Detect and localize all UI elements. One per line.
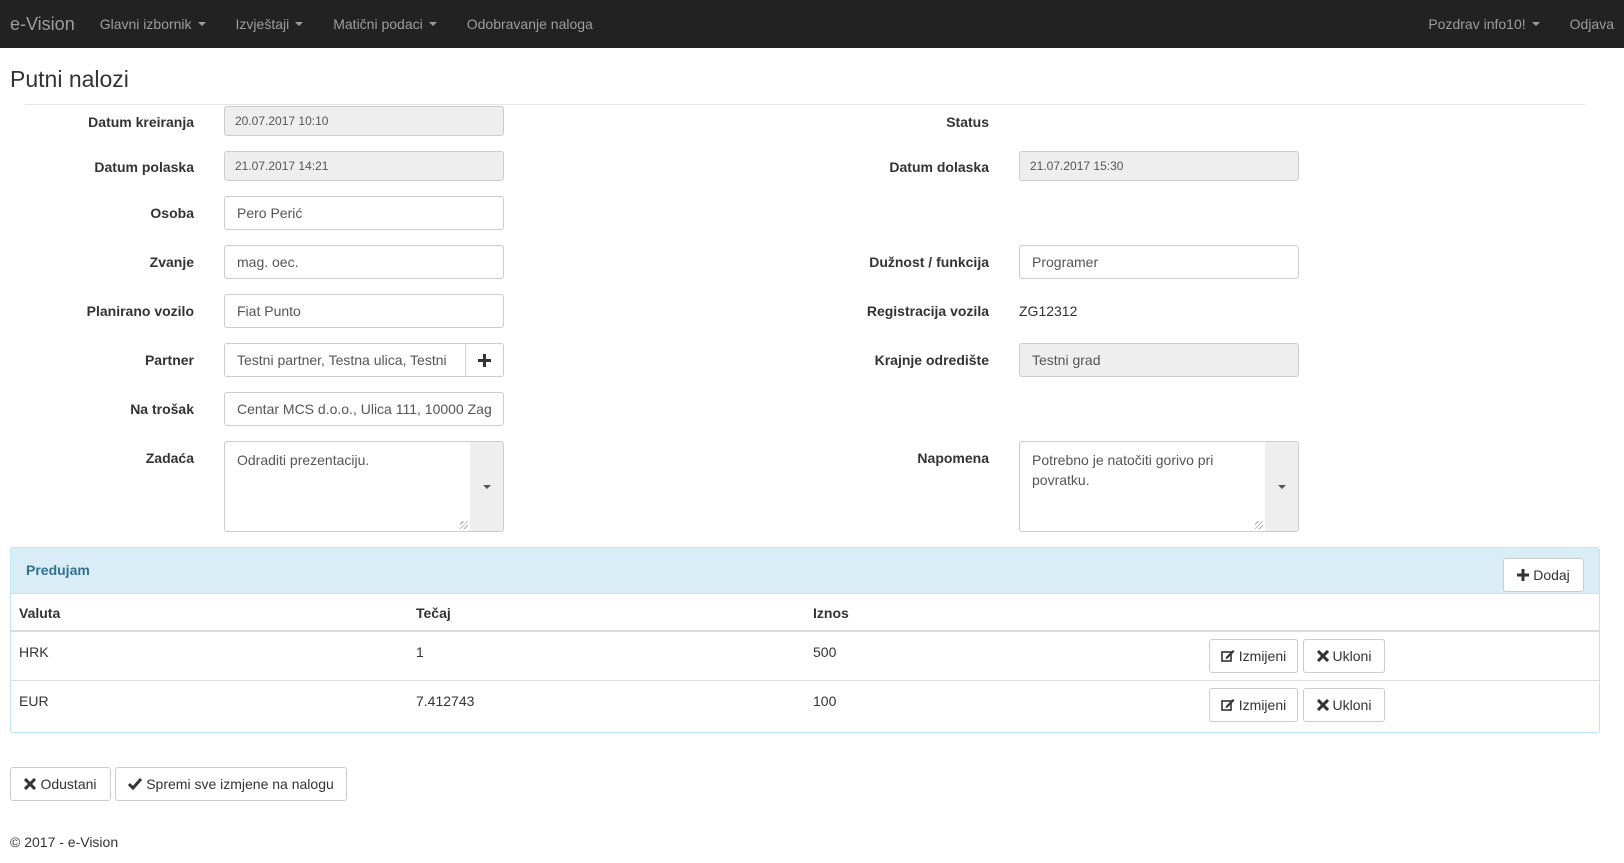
nav-glavni-izbornik-label: Glavni izbornik <box>99 16 192 32</box>
napomena-dropdown-button[interactable] <box>1265 441 1299 532</box>
remove-row-button[interactable]: Ukloni <box>1303 639 1385 673</box>
remove-icon <box>1316 699 1329 711</box>
cancel-button[interactable]: Odustani <box>10 767 111 801</box>
nav-maticni-podaci[interactable]: Matični podaci <box>318 16 452 32</box>
logout-link[interactable]: Odjava <box>1555 16 1624 32</box>
planirano-vozilo-field[interactable]: Fiat Punto <box>224 294 504 328</box>
datum-polaska-label: Datum polaska <box>94 159 194 175</box>
edit-row-label: Izmijeni <box>1238 648 1287 664</box>
partner-label: Partner <box>144 352 194 368</box>
zadaca-dropdown-button[interactable] <box>470 441 504 532</box>
nav-odobravanje-naloga[interactable]: Odobravanje naloga <box>452 16 608 32</box>
edit-row-label: Izmijeni <box>1238 697 1287 713</box>
caret-down-icon <box>295 22 304 26</box>
close-icon <box>24 778 37 790</box>
caret-down-icon <box>197 22 206 26</box>
caret-down-icon <box>482 484 491 489</box>
footer-copyright: © 2017 - e-Vision <box>10 834 119 850</box>
na-trosak-label: Na trošak <box>130 401 194 417</box>
edit-icon <box>1220 649 1235 663</box>
datum-polaska-field[interactable]: 21.07.2017 14:21 <box>224 151 504 181</box>
top-navbar: e-Vision Glavni izbornik Izvještaji Mati… <box>0 0 1624 48</box>
predujam-panel: Predujam Dodaj Valuta Tečaj Iznos HRK 1 … <box>10 547 1600 733</box>
nav-maticni-podaci-label: Matični podaci <box>333 16 423 32</box>
nav-izvjestaji-label: Izvještaji <box>235 16 290 32</box>
nav-user-menu[interactable]: Pozdrav info10! <box>1413 16 1554 32</box>
zvanje-label: Zvanje <box>149 254 194 270</box>
add-partner-button[interactable] <box>465 343 504 377</box>
duznost-label: Dužnost / funkcija <box>869 254 989 270</box>
cell-valuta: HRK <box>19 644 49 660</box>
row-divider <box>11 680 1599 681</box>
osoba-label: Osoba <box>150 205 194 221</box>
osoba-field[interactable]: Pero Perić <box>224 196 504 230</box>
partner-field[interactable]: Testni partner, Testna ulica, Testni <box>224 343 466 377</box>
napomena-textarea[interactable]: Potrebno je natočiti gorivo pri povratku… <box>1019 441 1266 532</box>
caret-down-icon <box>428 22 437 26</box>
cell-valuta: EUR <box>19 693 49 709</box>
zadaca-textarea[interactable]: Odraditi prezentaciju. <box>224 441 471 532</box>
krajnje-odrediste-field[interactable]: Testni grad <box>1019 343 1299 377</box>
datum-kreiranja-label: Datum kreiranja <box>88 114 194 130</box>
nav-glavni-izbornik[interactable]: Glavni izbornik <box>85 16 221 32</box>
datum-dolaska-label: Datum dolaska <box>889 159 989 175</box>
cell-iznos: 500 <box>813 644 837 660</box>
column-header-tecaj: Tečaj <box>416 605 451 621</box>
zadaca-text: Odraditi prezentaciju. <box>237 452 370 468</box>
cell-iznos: 100 <box>813 693 837 709</box>
duznost-field[interactable]: Programer <box>1019 245 1299 279</box>
user-greeting: Pozdrav info10! <box>1428 16 1526 32</box>
zvanje-field[interactable]: mag. oec. <box>224 245 504 279</box>
cell-tecaj: 7.412743 <box>416 693 475 709</box>
predujam-panel-heading: Predujam Dodaj <box>11 548 1599 594</box>
edit-icon <box>1220 698 1235 712</box>
brand-logo[interactable]: e-Vision <box>0 14 85 35</box>
remove-icon <box>1316 650 1329 662</box>
column-header-iznos: Iznos <box>813 605 849 621</box>
plus-icon <box>478 353 491 367</box>
remove-row-button[interactable]: Ukloni <box>1303 688 1385 722</box>
datum-kreiranja-field[interactable]: 20.07.2017 10:10 <box>224 106 504 136</box>
resize-grip-icon[interactable] <box>1255 521 1263 529</box>
planirano-vozilo-label: Planirano vozilo <box>86 303 194 319</box>
cell-tecaj: 1 <box>416 644 424 660</box>
krajnje-odrediste-label: Krajnje odredište <box>874 352 989 368</box>
napomena-label: Napomena <box>917 450 989 466</box>
napomena-text: Potrebno je natočiti gorivo pri povratku… <box>1032 452 1214 488</box>
caret-down-icon <box>1277 484 1286 489</box>
title-divider <box>25 104 1585 105</box>
datum-dolaska-field[interactable]: 21.07.2017 15:30 <box>1019 151 1299 181</box>
registracija-vozila-label: Registracija vozila <box>866 303 989 319</box>
edit-row-button[interactable]: Izmijeni <box>1209 639 1298 673</box>
remove-row-label: Ukloni <box>1332 697 1372 713</box>
add-predujam-label: Dodaj <box>1533 567 1570 583</box>
header-divider <box>11 630 1599 632</box>
edit-row-button[interactable]: Izmijeni <box>1209 688 1298 722</box>
na-trosak-field[interactable]: Centar MCS d.o.o., Ulica 111, 10000 Zag <box>224 392 504 426</box>
add-predujam-button[interactable]: Dodaj <box>1503 558 1584 592</box>
remove-row-label: Ukloni <box>1332 648 1372 664</box>
save-all-button[interactable]: Spremi sve izmjene na nalogu <box>115 767 347 801</box>
caret-down-icon <box>1531 22 1540 26</box>
page-title: Putni nalozi <box>10 66 129 92</box>
checkmark-icon <box>128 778 143 790</box>
predujam-title: Predujam <box>26 562 90 578</box>
nav-right: Pozdrav info10! Odjava <box>1413 0 1624 48</box>
cancel-label: Odustani <box>40 776 97 792</box>
nav-odobravanje-naloga-label: Odobravanje naloga <box>466 16 593 32</box>
zadaca-label: Zadaća <box>145 450 194 466</box>
column-header-valuta: Valuta <box>19 605 61 621</box>
registracija-vozila-value: ZG12312 <box>1019 303 1078 319</box>
nav-izvjestaji[interactable]: Izvještaji <box>221 16 319 32</box>
plus-icon <box>1517 569 1530 581</box>
save-all-label: Spremi sve izmjene na nalogu <box>146 776 334 792</box>
status-label: Status <box>946 114 989 130</box>
resize-grip-icon[interactable] <box>460 521 468 529</box>
